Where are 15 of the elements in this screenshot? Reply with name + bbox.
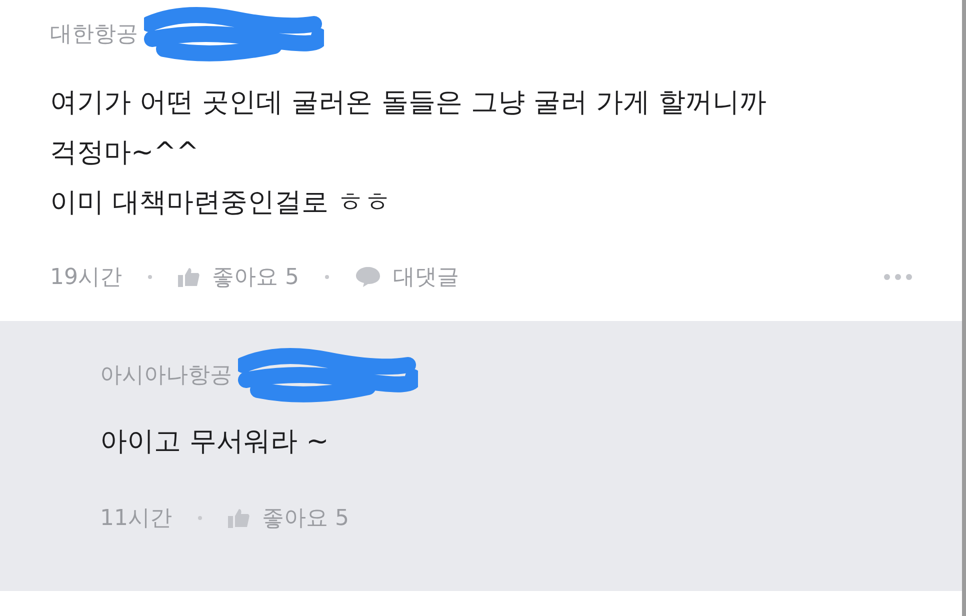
reply-button[interactable]: 대댓글: [393, 262, 459, 292]
comment-text: 아이고 무서워라 ~: [100, 425, 330, 459]
author-name[interactable]: 대한항공: [50, 19, 138, 49]
comment-text: 여기가 어떤 곳인데 굴러온 돌들은 그냥 굴러 가게 할꺼니까 걱정마~^^ 이미 대책마련중인걸로 ㅎㅎ: [50, 86, 768, 220]
speech-bubble-icon[interactable]: [355, 266, 381, 288]
separator-dot: [198, 516, 202, 520]
separator-dot: [148, 275, 152, 279]
timestamp: 11시간: [100, 505, 172, 533]
like-button[interactable]: 좋아요 5: [212, 262, 299, 292]
author-name[interactable]: 아시아나항공: [100, 360, 232, 390]
thumbs-up-icon[interactable]: [178, 267, 200, 287]
like-button[interactable]: 좋아요 5: [262, 503, 349, 533]
separator-dot: [325, 275, 329, 279]
timestamp: 19시간: [50, 264, 122, 292]
thumbs-up-icon[interactable]: [228, 508, 250, 528]
